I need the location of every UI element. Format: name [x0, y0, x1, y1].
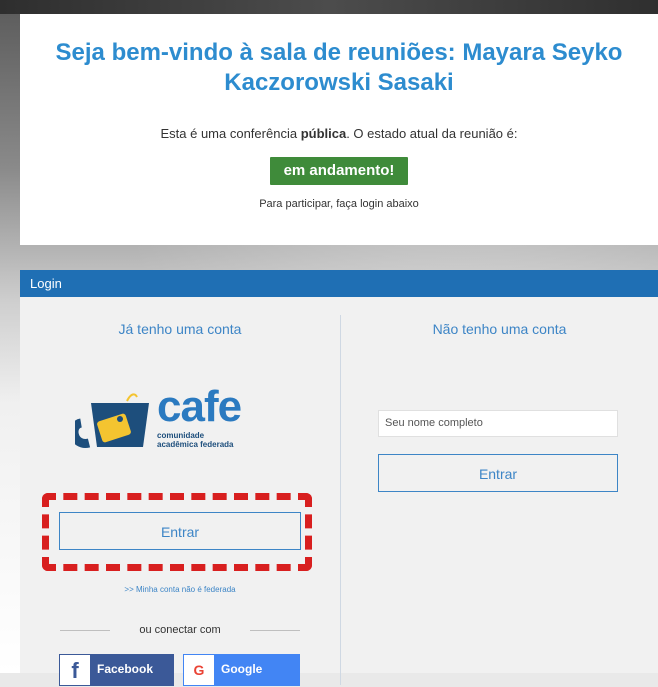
conference-status-line: Esta é uma conferência pública. O estado… [20, 126, 658, 141]
cafe-subtitle-line1: comunidade [157, 431, 205, 440]
login-header: Login [20, 270, 658, 297]
status-text-before: Esta é uma conferência [160, 126, 301, 141]
full-name-input[interactable]: Seu nome completo [378, 410, 618, 437]
cafe-brand-text: cafe [157, 382, 242, 431]
existing-account-column: Já tenho uma conta cafe comunidade acadê… [20, 297, 340, 686]
login-panel: Login Já tenho uma conta cafe comunidade… [20, 270, 658, 686]
login-hint: Para participar, faça login abaixo [259, 198, 419, 210]
facebook-login-button[interactable]: f Facebook [59, 654, 174, 686]
new-account-column: Não tenho uma conta Seu nome completo En… [341, 297, 658, 673]
top-dark-strip [0, 0, 658, 14]
cafe-logo: cafe comunidade acadêmica federada [75, 383, 265, 451]
new-account-title: Não tenho uma conta [432, 321, 567, 337]
guest-login-button[interactable]: Entrar [378, 454, 618, 492]
welcome-title: Seja bem-vindo à sala de reuniões: Mayar… [20, 14, 658, 98]
cafe-subtitle: comunidade acadêmica federada [157, 431, 234, 449]
facebook-icon: f [60, 655, 90, 685]
google-button-label: Google [221, 662, 263, 676]
welcome-title-prefix: Seja bem-vindo à sala de reuniões: [55, 39, 463, 66]
existing-account-title: Já tenho uma conta [118, 321, 242, 337]
cafe-subtitle-line2: acadêmica federada [157, 440, 234, 449]
separator-line-right [250, 630, 300, 631]
login-body: Já tenho uma conta cafe comunidade acadê… [20, 297, 658, 686]
welcome-card: Seja bem-vindo à sala de reuniões: Mayar… [20, 14, 658, 245]
status-text-bold: pública [300, 126, 347, 141]
google-login-button[interactable]: G Google [183, 654, 300, 686]
google-icon: G [184, 655, 214, 685]
status-text-after: . O estado atual da reunião é: [346, 126, 518, 141]
status-badge: em andamento! [269, 157, 409, 185]
non-federated-account-link[interactable]: >> Minha conta não é federada [20, 585, 340, 594]
federated-login-button[interactable]: Entrar [59, 512, 301, 550]
status-badge-wrap: em andamento! [20, 157, 658, 185]
social-separator: ou conectar com [60, 623, 300, 637]
mug-icon [75, 393, 149, 448]
facebook-button-label: Facebook [97, 662, 154, 676]
